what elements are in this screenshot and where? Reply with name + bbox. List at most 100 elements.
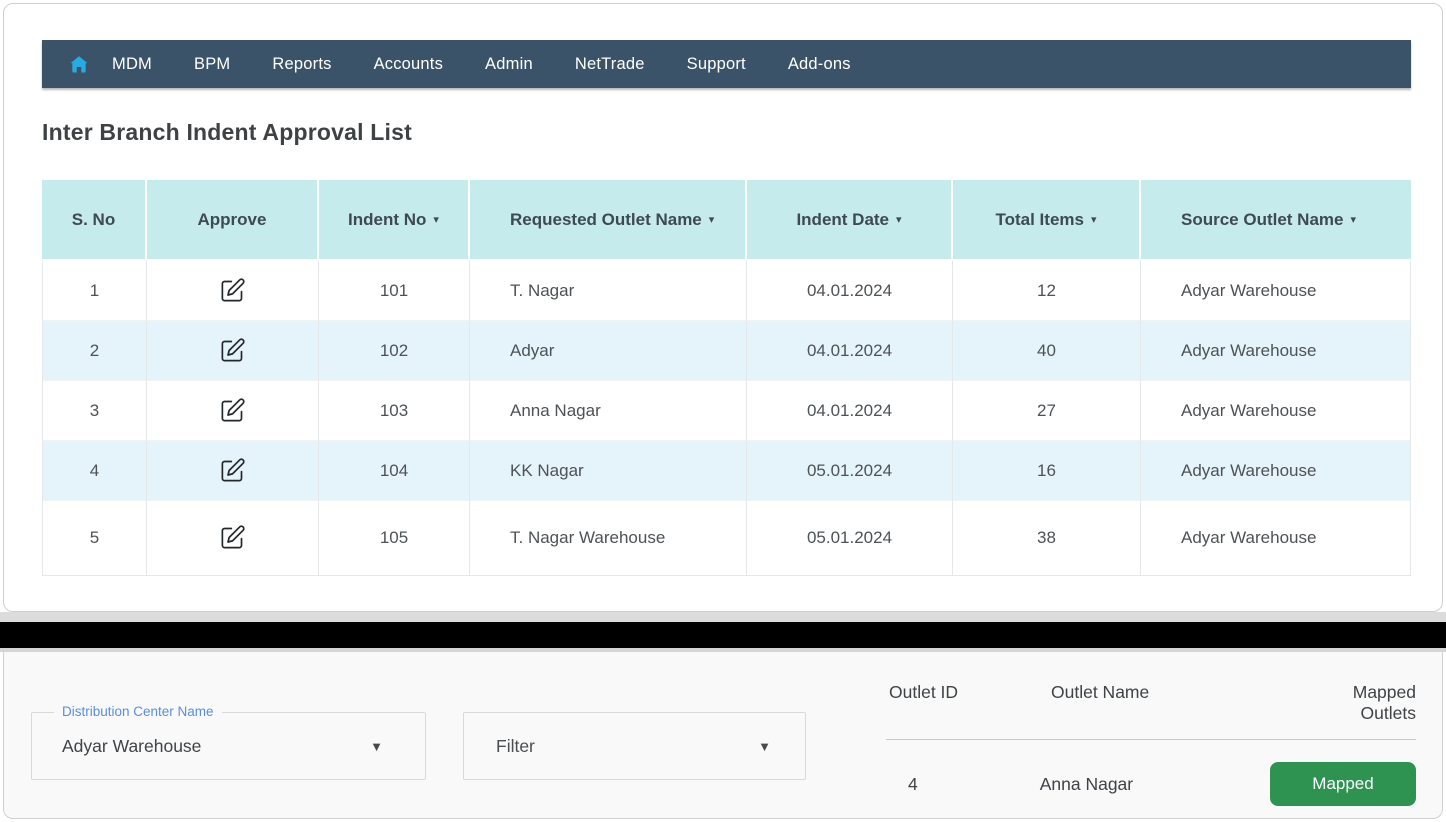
table-row: 3 103 Anna Nagar 04.01.2024 27 Adyar War… xyxy=(42,381,1411,441)
column-label: Total Items xyxy=(995,210,1083,229)
nav-item-reports[interactable]: Reports xyxy=(272,55,331,74)
cell-indent-no: 105 xyxy=(319,501,470,576)
column-label: Indent No xyxy=(348,210,426,229)
approve-edit-button[interactable] xyxy=(215,453,250,488)
indent-approval-card: MDM BPM Reports Accounts Admin NetTrade … xyxy=(3,3,1443,612)
column-header-s-no: S. No xyxy=(42,180,147,261)
cell-approve xyxy=(147,441,319,501)
cell-indent-no: 103 xyxy=(319,381,470,441)
nav-item-home[interactable] xyxy=(68,54,112,75)
cell-s-no: 3 xyxy=(42,381,147,441)
edit-icon xyxy=(219,524,246,551)
column-label: Source Outlet Name xyxy=(1181,210,1344,229)
cell-approve xyxy=(147,501,319,576)
mapping-panel: Distribution Center Name Adyar Warehouse… xyxy=(3,652,1443,819)
black-divider-band xyxy=(0,622,1446,648)
outlet-name-value: Anna Nagar xyxy=(1040,774,1270,795)
edit-icon xyxy=(219,397,246,424)
sort-caret-icon[interactable]: ▾ xyxy=(433,214,439,226)
cell-indent-date: 04.01.2024 xyxy=(747,381,953,441)
column-header-indent-no[interactable]: Indent No ▾ xyxy=(319,180,470,261)
cell-requested-outlet-name: Anna Nagar xyxy=(470,381,747,441)
approve-edit-button[interactable] xyxy=(215,520,250,555)
cell-total-items: 27 xyxy=(953,381,1141,441)
filter-value: Filter xyxy=(496,736,535,757)
cell-source-outlet-name: Adyar Warehouse xyxy=(1141,381,1411,441)
column-header-requested-outlet-name[interactable]: Requested Outlet Name ▾ xyxy=(470,180,747,261)
screen: MDM BPM Reports Accounts Admin NetTrade … xyxy=(0,0,1446,822)
column-label: S. No xyxy=(72,210,115,229)
cell-indent-no: 101 xyxy=(319,261,470,321)
cell-total-items: 12 xyxy=(953,261,1141,321)
edit-icon xyxy=(219,277,246,304)
cell-approve xyxy=(147,261,319,321)
edit-icon xyxy=(219,337,246,364)
cell-requested-outlet-name: KK Nagar xyxy=(470,441,747,501)
cell-total-items: 40 xyxy=(953,321,1141,381)
table-row: 5 105 T. Nagar Warehouse 05.01.2024 38 A… xyxy=(42,501,1411,576)
cell-s-no: 5 xyxy=(42,501,147,576)
cell-source-outlet-name: Adyar Warehouse xyxy=(1141,441,1411,501)
outlet-name-header: Outlet Name xyxy=(1051,682,1301,703)
outlet-id-header: Outlet ID xyxy=(886,682,1051,703)
approve-edit-button[interactable] xyxy=(215,273,250,308)
cell-requested-outlet-name: T. Nagar Warehouse xyxy=(470,501,747,576)
cell-source-outlet-name: Adyar Warehouse xyxy=(1141,501,1411,576)
chevron-down-icon: ▼ xyxy=(370,739,383,754)
cell-indent-no: 102 xyxy=(319,321,470,381)
gray-divider-top xyxy=(0,612,1446,622)
table-header-row: S. No Approve Indent No ▾ Requested Outle… xyxy=(42,180,1411,261)
sort-caret-icon[interactable]: ▾ xyxy=(709,214,715,226)
sort-caret-icon[interactable]: ▾ xyxy=(896,214,902,226)
approve-edit-button[interactable] xyxy=(215,393,250,428)
cell-approve xyxy=(147,381,319,441)
cell-indent-date: 05.01.2024 xyxy=(747,501,953,576)
approve-edit-button[interactable] xyxy=(215,333,250,368)
cell-indent-date: 04.01.2024 xyxy=(747,321,953,381)
distribution-center-select[interactable]: Distribution Center Name Adyar Warehouse… xyxy=(31,712,426,780)
cell-approve xyxy=(147,321,319,381)
edit-icon xyxy=(219,457,246,484)
table-row: 1 101 T. Nagar 04.01.2024 12 Adyar Wareh… xyxy=(42,261,1411,321)
cell-s-no: 1 xyxy=(42,261,147,321)
filter-select[interactable]: Filter ▼ xyxy=(463,712,806,780)
column-label: Requested Outlet Name xyxy=(510,210,702,229)
column-label: Indent Date xyxy=(796,210,889,229)
sort-caret-icon[interactable]: ▾ xyxy=(1351,214,1357,226)
nav-item-mdm[interactable]: MDM xyxy=(112,55,152,74)
cell-s-no: 4 xyxy=(42,441,147,501)
outlet-table-row: 4 Anna Nagar Mapped xyxy=(886,762,1416,806)
cell-indent-date: 05.01.2024 xyxy=(747,441,953,501)
cell-source-outlet-name: Adyar Warehouse xyxy=(1141,321,1411,381)
indent-approval-table: S. No Approve Indent No ▾ Requested Outle… xyxy=(42,180,1411,576)
cell-requested-outlet-name: Adyar xyxy=(470,321,747,381)
outlet-id-value: 4 xyxy=(886,774,1040,795)
nav-item-addons[interactable]: Add-ons xyxy=(788,55,851,74)
mapped-outlets-header: Mapped Outlets xyxy=(1301,682,1416,724)
page-title: Inter Branch Indent Approval List xyxy=(42,119,412,146)
cell-s-no: 2 xyxy=(42,321,147,381)
table-row: 2 102 Adyar 04.01.2024 40 Adyar Warehous… xyxy=(42,321,1411,381)
cell-total-items: 16 xyxy=(953,441,1141,501)
nav-item-nettrade[interactable]: NetTrade xyxy=(575,55,645,74)
cell-source-outlet-name: Adyar Warehouse xyxy=(1141,261,1411,321)
cell-total-items: 38 xyxy=(953,501,1141,576)
column-label: Approve xyxy=(198,210,267,229)
distribution-center-value: Adyar Warehouse xyxy=(62,736,201,757)
sort-caret-icon[interactable]: ▾ xyxy=(1091,214,1097,226)
cell-indent-no: 104 xyxy=(319,441,470,501)
nav-item-admin[interactable]: Admin xyxy=(485,55,533,74)
cell-indent-date: 04.01.2024 xyxy=(747,261,953,321)
nav-item-accounts[interactable]: Accounts xyxy=(374,55,443,74)
column-header-approve: Approve xyxy=(147,180,319,261)
mapped-button[interactable]: Mapped xyxy=(1270,762,1416,806)
cell-requested-outlet-name: T. Nagar xyxy=(470,261,747,321)
outlet-mapping-table: Outlet ID Outlet Name Mapped Outlets 4 A… xyxy=(886,682,1416,806)
nav-item-support[interactable]: Support xyxy=(687,55,746,74)
column-header-source-outlet-name[interactable]: Source Outlet Name ▾ xyxy=(1141,180,1411,261)
nav-item-bpm[interactable]: BPM xyxy=(194,55,230,74)
column-header-total-items[interactable]: Total Items ▾ xyxy=(953,180,1141,261)
column-header-indent-date[interactable]: Indent Date ▾ xyxy=(747,180,953,261)
outlet-table-header-row: Outlet ID Outlet Name Mapped Outlets xyxy=(886,682,1416,740)
table-row: 4 104 KK Nagar 05.01.2024 16 Adyar Wareh… xyxy=(42,441,1411,501)
